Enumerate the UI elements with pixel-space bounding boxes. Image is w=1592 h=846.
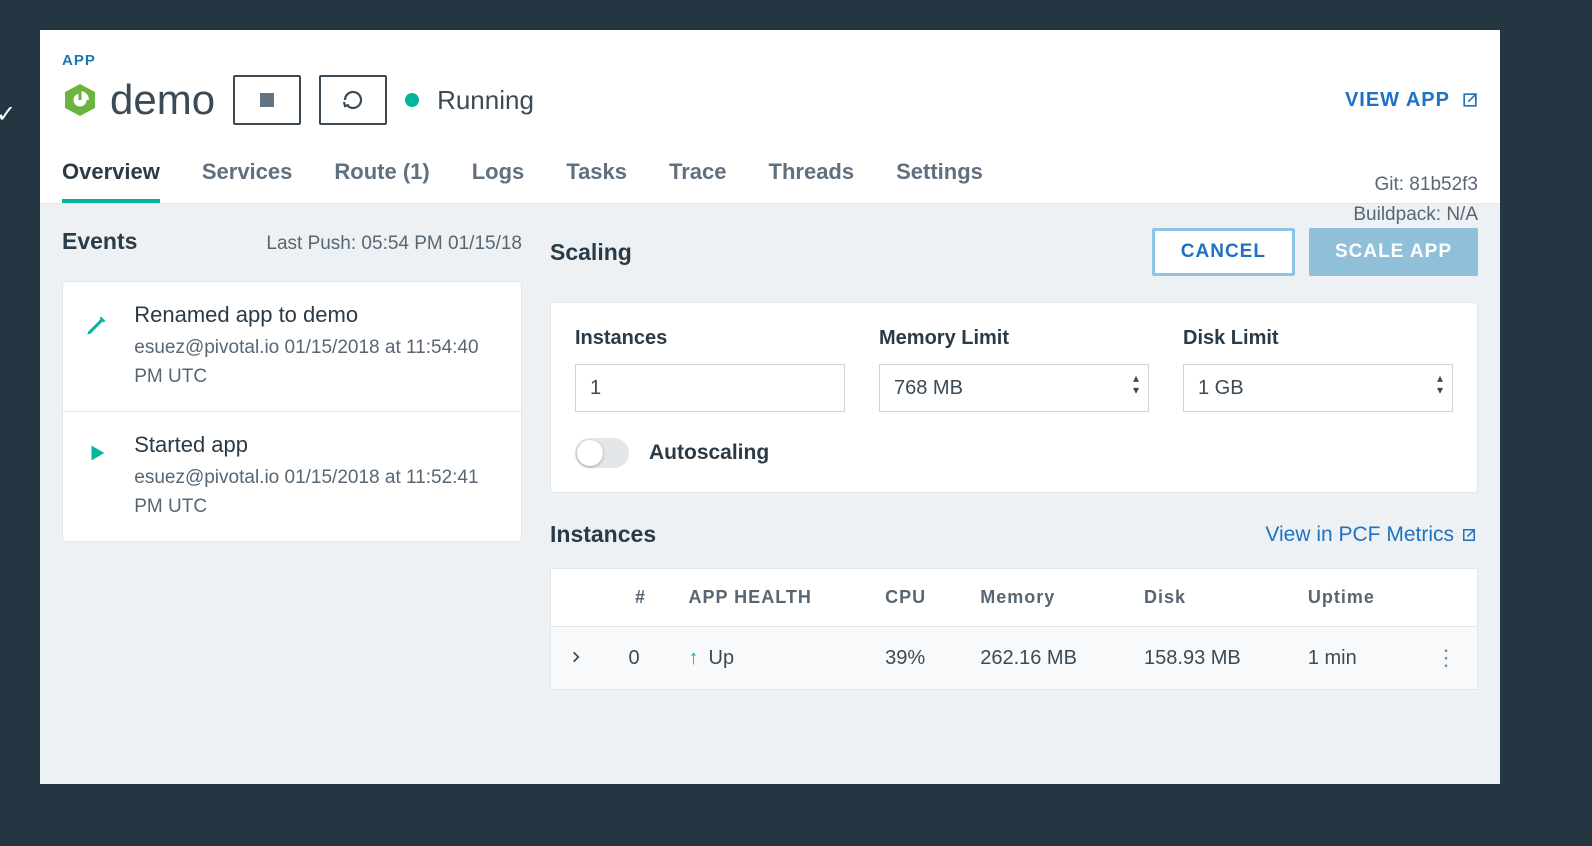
chevron-right-icon <box>569 650 583 664</box>
events-list: Renamed app to demo esuez@pivotal.io 01/… <box>62 281 522 542</box>
spring-boot-icon <box>62 82 98 118</box>
expand-row-toggle[interactable] <box>551 627 611 690</box>
col-cpu: CPU <box>867 569 962 627</box>
git-sha-label: Git: 81b52f3 <box>1353 170 1478 200</box>
app-type-label: APP <box>62 52 1480 69</box>
instances-title: Instances <box>550 521 656 548</box>
event-item[interactable]: Renamed app to demo esuez@pivotal.io 01/… <box>63 282 521 412</box>
tab-logs[interactable]: Logs <box>472 159 525 203</box>
cell-num: 0 <box>611 627 671 690</box>
events-title: Events <box>62 228 137 255</box>
up-arrow-icon: ↑ <box>689 647 699 670</box>
disk-limit-input[interactable] <box>1183 364 1453 412</box>
stop-icon <box>260 93 274 107</box>
stop-button[interactable] <box>233 75 301 125</box>
disk-limit-label: Disk Limit <box>1183 327 1453 350</box>
refresh-icon <box>341 88 365 112</box>
scale-app-button[interactable]: SCALE APP <box>1309 228 1478 276</box>
event-title: Renamed app to demo <box>134 302 501 328</box>
instances-field-label: Instances <box>575 327 845 350</box>
app-name: demo <box>110 76 215 124</box>
external-link-icon <box>1460 526 1478 544</box>
view-app-link[interactable]: VIEW APP <box>1345 89 1480 112</box>
tab-services[interactable]: Services <box>202 159 293 203</box>
event-item[interactable]: Started app esuez@pivotal.io 01/15/2018 … <box>63 412 521 541</box>
cell-memory: 262.16 MB <box>962 627 1126 690</box>
cancel-button[interactable]: CANCEL <box>1152 228 1295 276</box>
col-num: # <box>611 569 671 627</box>
row-actions-menu[interactable]: ⋮ <box>1435 645 1459 670</box>
last-push-text: Last Push: 05:54 PM 01/15/18 <box>266 233 522 255</box>
col-health: APP HEALTH <box>671 569 868 627</box>
restart-button[interactable] <box>319 75 387 125</box>
event-meta: esuez@pivotal.io 01/15/2018 at 11:52:41 … <box>134 464 501 521</box>
tab-trace[interactable]: Trace <box>669 159 727 203</box>
status-text: Running <box>437 85 534 116</box>
tab-overview[interactable]: Overview <box>62 159 160 203</box>
cell-disk: 158.93 MB <box>1126 627 1290 690</box>
cell-health: Up <box>709 647 735 670</box>
app-panel: APP demo Running VIEW APP Git: 81b52f3 B… <box>40 30 1500 780</box>
view-app-label: VIEW APP <box>1345 89 1450 112</box>
autoscaling-label: Autoscaling <box>649 441 769 465</box>
pcf-metrics-label: View in PCF Metrics <box>1265 523 1454 547</box>
stepper-icon[interactable]: ▴▾ <box>1437 372 1443 396</box>
cell-cpu: 39% <box>867 627 962 690</box>
tab-settings[interactable]: Settings <box>896 159 983 203</box>
memory-limit-input[interactable] <box>879 364 1149 412</box>
tab-route[interactable]: Route (1) <box>334 159 429 203</box>
play-icon <box>81 432 112 521</box>
pencil-icon <box>81 302 112 391</box>
table-row[interactable]: 0 ↑ Up 39% 262.16 MB 158.93 MB 1 min ⋮ <box>551 627 1478 690</box>
event-meta: esuez@pivotal.io 01/15/2018 at 11:54:40 … <box>134 334 501 391</box>
instances-input[interactable] <box>575 364 845 412</box>
toggle-knob-icon <box>577 440 603 466</box>
tab-bar: Overview Services Route (1) Logs Tasks T… <box>40 125 1500 204</box>
table-header-row: # APP HEALTH CPU Memory Disk Uptime <box>551 569 1478 627</box>
col-memory: Memory <box>962 569 1126 627</box>
scaling-card: Instances Memory Limit ▴▾ Disk Limit <box>550 302 1478 493</box>
tab-threads[interactable]: Threads <box>769 159 855 203</box>
memory-limit-label: Memory Limit <box>879 327 1149 350</box>
buildpack-label: Buildpack: N/A <box>1353 200 1478 230</box>
event-title: Started app <box>134 432 501 458</box>
col-disk: Disk <box>1126 569 1290 627</box>
sidebar-check-icon: ✓ <box>0 100 16 129</box>
stepper-icon[interactable]: ▴▾ <box>1133 372 1139 396</box>
scaling-title: Scaling <box>550 239 632 266</box>
instances-table: # APP HEALTH CPU Memory Disk Uptime <box>550 568 1478 690</box>
pcf-metrics-link[interactable]: View in PCF Metrics <box>1265 523 1478 547</box>
col-uptime: Uptime <box>1290 569 1417 627</box>
status-dot-icon <box>405 93 419 107</box>
external-link-icon <box>1460 90 1480 110</box>
cell-uptime: 1 min <box>1290 627 1417 690</box>
autoscaling-toggle[interactable] <box>575 438 629 468</box>
tab-tasks[interactable]: Tasks <box>566 159 627 203</box>
